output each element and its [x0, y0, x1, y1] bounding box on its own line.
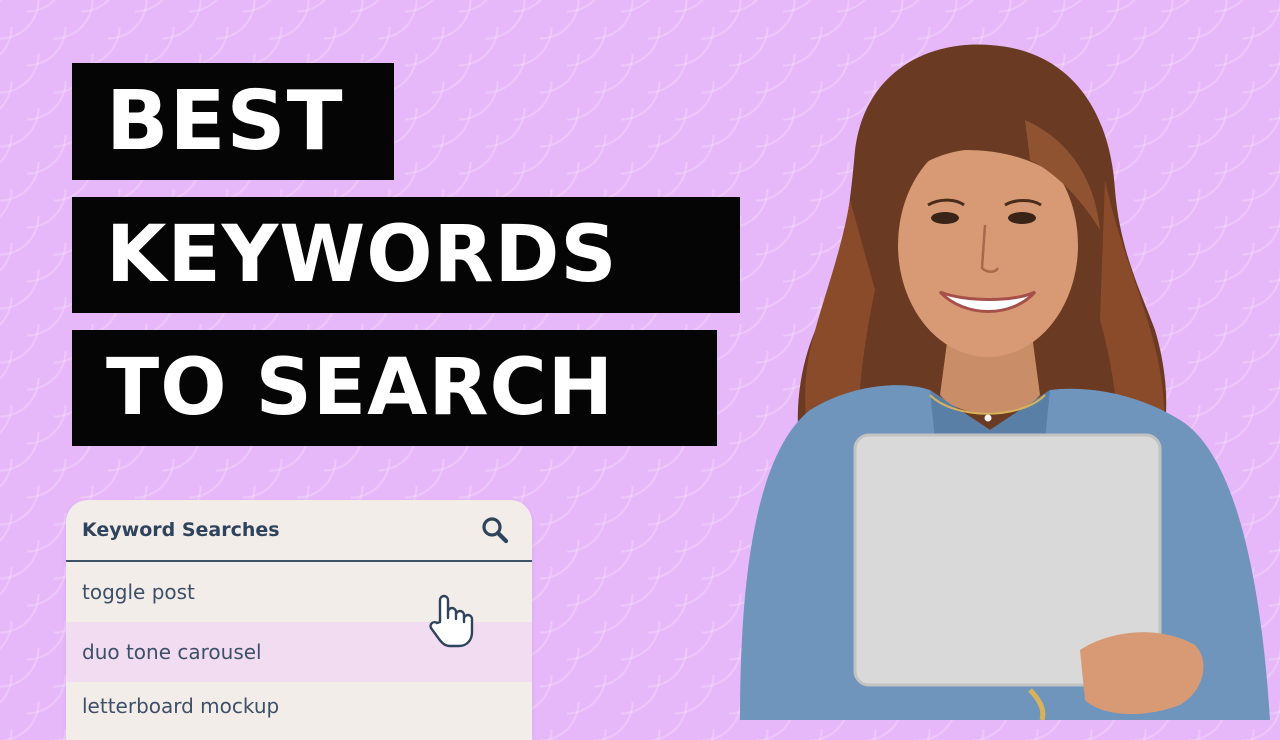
keyword-result-label: duo tone carousel [82, 640, 262, 664]
headline-line-3: TO SEARCH [72, 330, 717, 446]
keyword-search-header: Keyword Searches [66, 500, 532, 562]
headline-line-2: KEYWORDS [72, 197, 740, 313]
headline-line-1: BEST [72, 63, 394, 180]
search-icon [482, 517, 509, 544]
pointer-hand-icon [429, 594, 474, 648]
keyword-search-title: Keyword Searches [82, 519, 280, 541]
keyword-result-label: toggle post [82, 580, 195, 604]
search-button[interactable] [478, 513, 512, 547]
keyword-result-item[interactable]: letterboard mockup [66, 682, 532, 730]
keyword-result-label: letterboard mockup [82, 694, 280, 718]
woman-with-laptop-photo [740, 44, 1270, 720]
